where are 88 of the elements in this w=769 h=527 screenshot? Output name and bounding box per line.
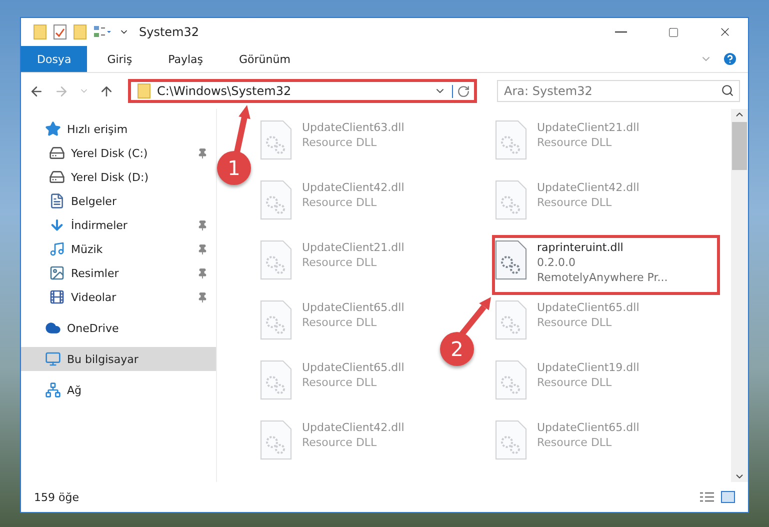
file-detail: RemotelyAnywhere Pr... bbox=[537, 270, 668, 285]
view-options-icon[interactable] bbox=[93, 25, 113, 39]
folder-icon bbox=[33, 24, 47, 40]
search-field[interactable]: Ara: System32 bbox=[497, 80, 740, 102]
file-gear-icon bbox=[260, 120, 292, 160]
nav-item[interactable]: Videolar bbox=[21, 285, 216, 309]
file-detail: 0.2.0.0 bbox=[537, 255, 576, 270]
file-gear-icon bbox=[495, 120, 527, 160]
up-button[interactable] bbox=[99, 84, 114, 98]
maximize-icon bbox=[668, 26, 678, 38]
file-gear-icon bbox=[260, 420, 292, 460]
ribbon-tab[interactable]: Dosya bbox=[21, 46, 88, 72]
file-name: UpdateClient63.dll bbox=[302, 120, 404, 135]
scrollbar[interactable] bbox=[731, 109, 748, 482]
address-bar[interactable]: C:\Windows\System32 bbox=[128, 79, 477, 103]
file-detail: Resource DLL bbox=[537, 135, 613, 150]
music-note-icon bbox=[49, 241, 65, 257]
file-name: UpdateClient65.dll bbox=[537, 300, 640, 315]
network-icon bbox=[45, 382, 61, 398]
step-number: 2 bbox=[440, 332, 474, 366]
ribbon-tab[interactable]: Görünüm bbox=[223, 46, 306, 72]
file-detail: Resource DLL bbox=[302, 315, 378, 330]
minimize-icon bbox=[615, 31, 627, 33]
file-gear-icon bbox=[495, 360, 527, 400]
file-name: UpdateClient19.dll bbox=[537, 360, 640, 375]
cloud-icon bbox=[45, 320, 61, 336]
star-icon bbox=[45, 121, 61, 137]
file-gear-icon bbox=[260, 300, 292, 340]
file-gear-icon bbox=[495, 300, 527, 340]
nav-item[interactable]: OneDrive bbox=[21, 316, 216, 340]
film-icon bbox=[49, 289, 65, 305]
file-detail: Resource DLL bbox=[537, 195, 613, 210]
properties-icon bbox=[53, 24, 67, 40]
scroll-thumb[interactable] bbox=[732, 122, 747, 170]
nav-item[interactable]: Bu bilgisayar bbox=[21, 347, 216, 371]
back-icon bbox=[29, 84, 44, 98]
download-icon bbox=[49, 217, 65, 233]
step-number: 1 bbox=[217, 151, 251, 185]
file-gear-icon bbox=[260, 360, 292, 400]
help-icon[interactable] bbox=[722, 51, 738, 67]
nav-item[interactable]: Müzik bbox=[21, 237, 216, 261]
folder-icon bbox=[137, 83, 151, 99]
item-count: 159 öğe bbox=[34, 490, 79, 504]
document-icon bbox=[49, 193, 65, 209]
drive-icon bbox=[49, 169, 65, 185]
nav-item[interactable]: Belgeler bbox=[21, 189, 216, 213]
search-icon[interactable] bbox=[721, 84, 734, 97]
file-detail: Resource DLL bbox=[537, 435, 613, 450]
file-detail: Resource DLL bbox=[302, 195, 378, 210]
thumbnail-view-icon[interactable] bbox=[721, 491, 735, 503]
ribbon-tab[interactable]: Giriş bbox=[91, 46, 148, 72]
nav-item[interactable]: Hızlı erişim bbox=[21, 117, 216, 141]
nav-item[interactable]: Resimler bbox=[21, 261, 216, 285]
nav-item[interactable]: Yerel Disk (C:) bbox=[21, 141, 216, 165]
file-name: UpdateClient65.dll bbox=[302, 360, 404, 375]
file-detail: Resource DLL bbox=[537, 315, 613, 330]
file-gear-icon bbox=[495, 240, 527, 280]
drive-icon bbox=[49, 145, 65, 161]
file-detail: Resource DLL bbox=[302, 135, 378, 150]
file-name: UpdateClient21.dll bbox=[537, 120, 640, 135]
file-name: UpdateClient42.dll bbox=[302, 180, 404, 195]
computer-icon bbox=[45, 351, 61, 367]
details-view-icon[interactable] bbox=[699, 491, 715, 503]
file-detail: Resource DLL bbox=[537, 375, 613, 390]
ribbon-tab[interactable]: Paylaş bbox=[152, 46, 219, 72]
new-folder-icon bbox=[73, 24, 87, 40]
picture-icon bbox=[49, 265, 65, 281]
file-gear-icon bbox=[260, 180, 292, 220]
up-icon bbox=[99, 84, 114, 98]
file-name: UpdateClient21.dll bbox=[302, 240, 404, 255]
file-gear-icon bbox=[260, 240, 292, 280]
file-tile[interactable]: raprinteruint.dll 0.2.0.0 RemotelyAnywhere Pr... bbox=[492, 235, 720, 295]
file-name: UpdateClient42.dll bbox=[537, 180, 640, 195]
file-detail: Resource DLL bbox=[302, 255, 378, 270]
file-name: raprinteruint.dll bbox=[537, 240, 624, 255]
file-name: UpdateClient42.dll bbox=[302, 420, 404, 435]
nav-item[interactable]: İndirmeler bbox=[21, 213, 216, 237]
nav-item[interactable]: Ağ bbox=[21, 378, 216, 402]
forward-icon bbox=[54, 84, 69, 98]
file-name: UpdateClient65.dll bbox=[537, 420, 640, 435]
window-title: System32 bbox=[139, 25, 200, 39]
nav-item[interactable]: Yerel Disk (D:) bbox=[21, 165, 216, 189]
file-gear-icon bbox=[495, 420, 527, 460]
back-button[interactable] bbox=[29, 84, 44, 98]
file-detail: Resource DLL bbox=[302, 375, 378, 390]
file-detail: Resource DLL bbox=[302, 435, 378, 450]
file-name: UpdateClient65.dll bbox=[302, 300, 404, 315]
file-gear-icon bbox=[495, 180, 527, 220]
